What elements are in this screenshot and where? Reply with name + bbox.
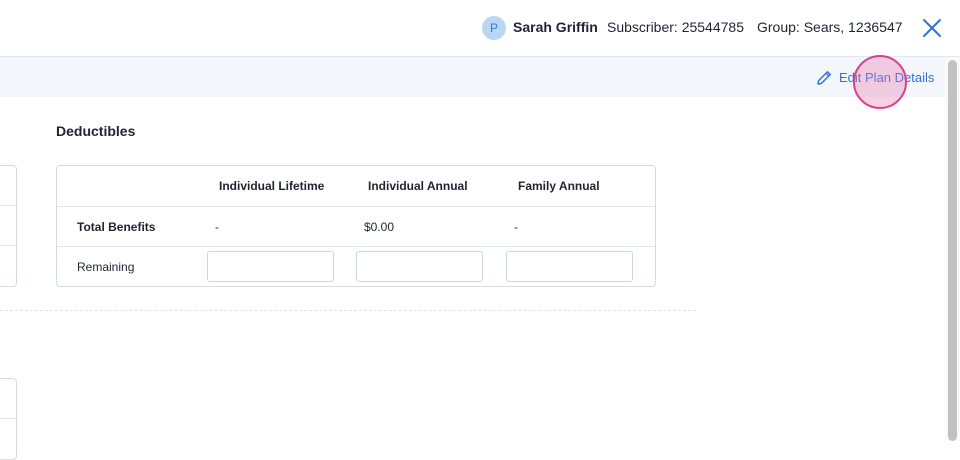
close-icon (923, 19, 941, 37)
column-header: Individual Annual (368, 179, 468, 193)
column-header: Family Annual (518, 179, 600, 193)
deductibles-title: Deductibles (56, 123, 136, 139)
left-table-partial (0, 165, 17, 287)
left-table-partial-lower (0, 378, 17, 460)
scrollbar-thumb[interactable] (948, 60, 957, 441)
cell-value: $0.00 (364, 220, 395, 234)
remaining-family-annual-input[interactable] (506, 251, 633, 282)
table-header-row: Individual Lifetime Individual Annual Fa… (57, 166, 655, 206)
table-row: Total Benefits - $0.00 - (57, 206, 655, 247)
pencil-icon (817, 70, 831, 85)
row-label: Remaining (77, 260, 135, 274)
close-button[interactable] (921, 17, 943, 39)
subscriber-id: Subscriber: 25544785 (607, 19, 744, 35)
edit-plan-details-label: Edit Plan Details (839, 69, 935, 85)
cell-value: - (514, 220, 518, 234)
sub-toolbar (0, 57, 945, 97)
remaining-individual-lifetime-input[interactable] (207, 251, 334, 282)
remaining-individual-annual-input[interactable] (356, 251, 483, 282)
avatar[interactable]: P (482, 16, 506, 40)
deductibles-table: Individual Lifetime Individual Annual Fa… (56, 165, 656, 287)
row-label: Total Benefits (77, 220, 156, 234)
section-divider (0, 310, 696, 311)
edit-plan-details-button[interactable]: Edit Plan Details (816, 67, 934, 87)
column-header: Individual Lifetime (219, 179, 325, 193)
user-name: Sarah Griffin (513, 19, 598, 35)
cell-value: - (215, 220, 219, 234)
table-row: Remaining (57, 246, 655, 286)
group-info: Group: Sears, 1236547 (757, 19, 903, 35)
